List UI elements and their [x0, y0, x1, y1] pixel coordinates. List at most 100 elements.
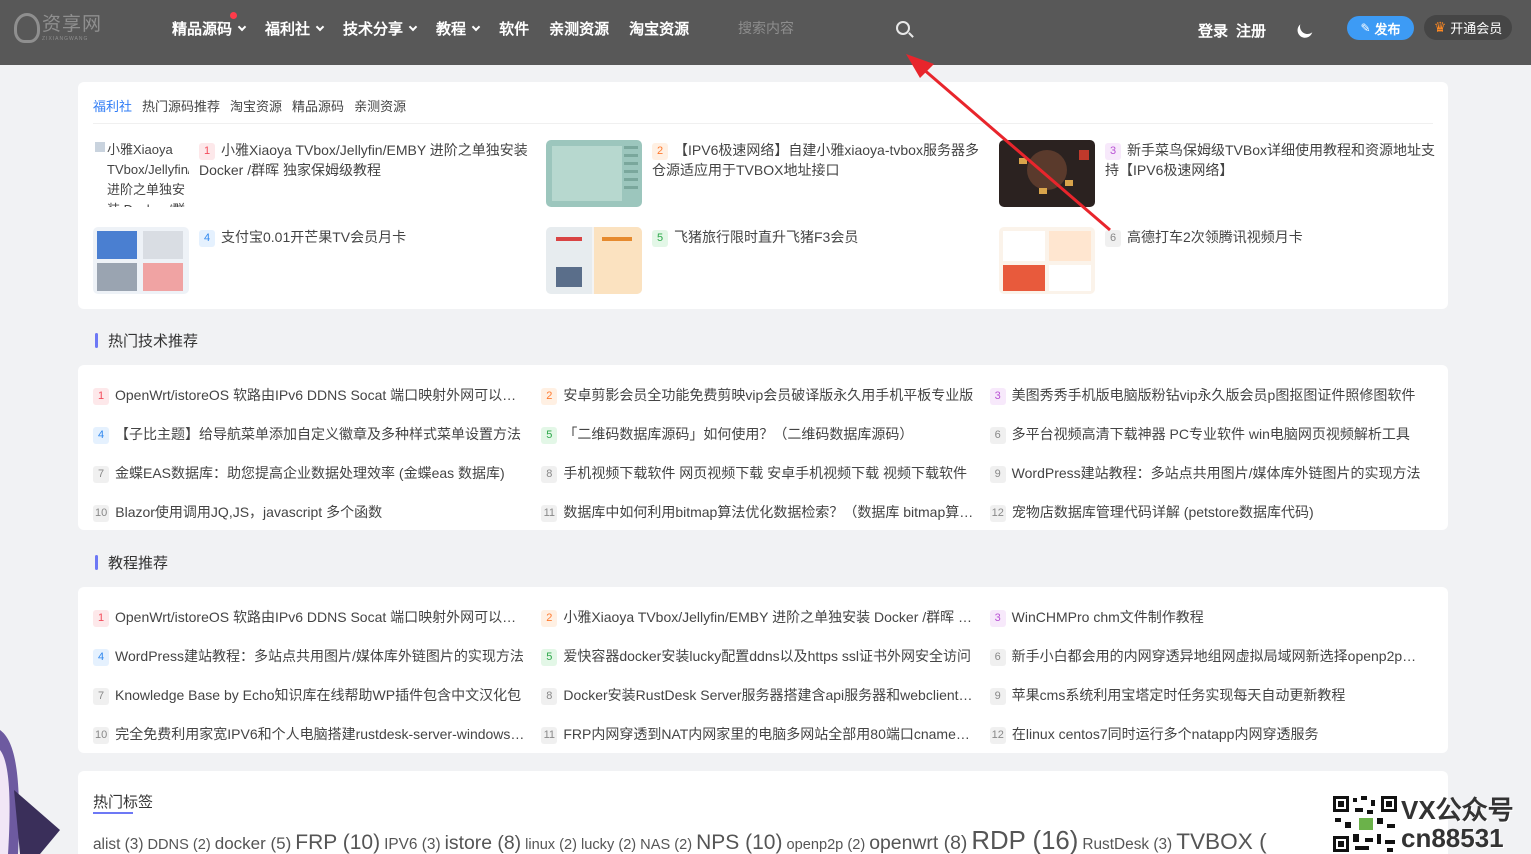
nav-item-4[interactable]: 软件 [499, 18, 529, 39]
list-item[interactable]: 12 在linux centos7同时运行多个natapp内网穿透服务 [989, 724, 1438, 744]
featured-title[interactable]: 1 小雅Xiaoya TVbox/Jellyfin/EMBY 进阶之单独安装 Do… [199, 140, 529, 180]
tag-link[interactable]: TVBOX ( [1176, 829, 1266, 854]
featured-thumbnail[interactable]: 小雅Xiaoya TVbox/Jellyfin/EMBY 进阶之单独安装 Doc… [93, 140, 189, 207]
tag-link[interactable]: FRP (10) [295, 831, 380, 854]
tab-2[interactable]: 淘宝资源 [230, 96, 282, 115]
rank-badge: 5 [652, 230, 668, 247]
rank-badge: 4 [93, 426, 109, 444]
featured-title[interactable]: 4 支付宝0.01开芒果TV会员月卡 [199, 227, 529, 247]
search-input[interactable] [730, 20, 880, 36]
nav-item-1[interactable]: 福利社 [265, 18, 325, 39]
list-item[interactable]: 7 金蝶EAS数据库：助您提高企业数据处理效率 (金蝶eas 数据库) [93, 463, 541, 483]
list-item[interactable]: 10 完全免费利用家宽IPV6和个人电脑搭建rustdesk-server-win… [93, 724, 541, 744]
tag-link[interactable]: lucky (2) [581, 837, 636, 853]
tag-name: alist [93, 836, 121, 853]
list-item[interactable]: 1 OpenWrt/istoreOS 软路由IPv6 DDNS Socat 端口映… [93, 607, 541, 627]
nav-label: 福利社 [265, 20, 311, 38]
heading-bar [95, 333, 98, 348]
list-item[interactable]: 11 数据库中如何利用bitmap算法优化数据检索？（数据库 bitmap算法） [541, 502, 989, 522]
tag-link[interactable]: docker (5) [215, 834, 292, 853]
featured-title[interactable]: 5 飞猪旅行限时直升飞猪F3会员 [652, 227, 982, 247]
featured-title-text: 飞猪旅行限时直升飞猪F3会员 [674, 229, 859, 245]
list-item[interactable]: 8 手机视频下载软件 网页视频下载 安卓手机视频下载 视频下载软件 [541, 463, 989, 483]
list-item[interactable]: 11 FRP内网穿透到NAT内网家里的电脑多网站全部用80端口cname解析 [541, 724, 989, 744]
tab-0[interactable]: 福利社 [93, 96, 132, 115]
search-icon[interactable] [896, 21, 910, 35]
tag-link[interactable]: istore (8) [445, 832, 522, 854]
list-item[interactable]: 2 小雅Xiaoya TVbox/Jellyfin/EMBY 进阶之单独安装 Do… [541, 607, 990, 627]
tag-link[interactable]: openp2p (2) [786, 837, 865, 853]
list-item[interactable]: 1 OpenWrt/istoreOS 软路由IPv6 DDNS Socat 端口映… [93, 385, 541, 405]
nav-item-6[interactable]: 淘宝资源 [629, 18, 689, 39]
tag-link[interactable]: alist (3) [93, 836, 143, 853]
list-item[interactable]: 4 【子比主题】给导航菜单添加自定义徽章及多种样式菜单设置方法 [93, 424, 541, 444]
mascot-image [0, 730, 60, 854]
nav-item-2[interactable]: 技术分享 [343, 18, 418, 39]
list-item[interactable]: 9 WordPress建站教程：多站点共用图片/媒体库外链图片的实现方法 [989, 463, 1438, 483]
featured-title[interactable]: 2 【IPV6极速网络】自建小雅xiaoya-tvbox服务器多仓源适应用于TVB… [652, 140, 982, 180]
featured-title[interactable]: 6 高德打车2次领腾讯视频月卡 [1105, 227, 1435, 247]
watermark-text: VX公众号 cn88531 [1401, 796, 1514, 852]
featured-item[interactable]: 3 新手菜鸟保姆级TVBox详细使用教程和资源地址支持【IPV6极速网络】 [999, 140, 1435, 208]
featured-item[interactable]: 4 支付宝0.01开芒果TV会员月卡 [93, 227, 523, 295]
tag-link[interactable]: IPV6 (3) [384, 836, 440, 853]
login-link[interactable]: 登录 [1198, 20, 1228, 41]
tag-link[interactable]: NPS (10) [696, 831, 782, 854]
featured-item[interactable]: 6 高德打车2次领腾讯视频月卡 [999, 227, 1429, 295]
heading-bar [95, 555, 98, 570]
tag-link[interactable]: linux (2) [525, 837, 577, 853]
tag-link[interactable]: RDP (16) [971, 827, 1078, 854]
list-item[interactable]: 10 Blazor使用调用JQ,JS，javascript 多个函数 [93, 502, 541, 522]
vip-button[interactable]: ♛ 开通会员 [1424, 15, 1512, 40]
list-item-title: 小雅Xiaoya TVbox/Jellyfin/EMBY 进阶之单独安装 Doc… [563, 608, 989, 625]
list-item[interactable]: 6 新手小白都会用的内网穿透异地组网虚拟局域网新选择openp2p教程 [989, 646, 1438, 666]
register-link[interactable]: 注册 [1236, 20, 1266, 41]
tag-name: TVBOX [1176, 829, 1253, 854]
tag-link[interactable]: NAS (2) [640, 837, 692, 853]
tag-link[interactable]: openwrt (8) [869, 832, 967, 854]
featured-thumbnail[interactable] [999, 140, 1095, 207]
list-item[interactable]: 12 宠物店数据库管理代码详解 (petstore数据库代码) [989, 502, 1438, 522]
featured-thumbnail[interactable] [546, 140, 642, 207]
list-item[interactable]: 4 WordPress建站教程：多站点共用图片/媒体库外链图片的实现方法 [93, 646, 541, 666]
tab-3[interactable]: 精品源码 [292, 96, 344, 115]
tab-4[interactable]: 亲测资源 [354, 96, 406, 115]
list-item[interactable]: 8 Docker安装RustDesk Server服务器搭建含api服务器和web… [541, 685, 990, 705]
list-item-title: 多平台视频高清下载神器 PC专业软件 win电脑网页视频解析工具 [1011, 425, 1410, 442]
tag-name: lucky [581, 837, 615, 853]
list-item[interactable]: 5 爱快容器docker安装lucky配置ddns以及https ssl证书外网安… [541, 646, 989, 666]
list-item-title: 苹果cms系统利用宝塔定时任务实现每天自动更新教程 [1011, 686, 1346, 703]
list-item-title: WordPress建站教程：多站点共用图片/媒体库外链图片的实现方法 [115, 647, 524, 664]
auth-links: 登录 注册 [1198, 20, 1266, 41]
nav-label: 亲测资源 [549, 20, 610, 38]
rank-badge: 5 [541, 426, 558, 444]
publish-button[interactable]: ✎ 发布 [1347, 16, 1414, 40]
featured-item[interactable]: 小雅Xiaoya TVbox/Jellyfin/EMBY 进阶之单独安装 Doc… [93, 140, 528, 208]
featured-item[interactable]: 5 飞猪旅行限时直升飞猪F3会员 [546, 227, 976, 295]
nav-item-5[interactable]: 亲测资源 [549, 18, 609, 39]
list-item[interactable]: 7 Knowledge Base by Echo知识库在线帮助WP插件包含中文汉化… [93, 685, 541, 705]
list-item-title: 金蝶EAS数据库：助您提高企业数据处理效率 (金蝶eas 数据库) [115, 464, 505, 481]
featured-title[interactable]: 3 新手菜鸟保姆级TVBox详细使用教程和资源地址支持【IPV6极速网络】 [1105, 140, 1435, 180]
list-row: 4 WordPress建站教程：多站点共用图片/媒体库外链图片的实现方法 5 爱快容器… [93, 636, 1438, 675]
featured-thumbnail[interactable] [93, 227, 189, 294]
tab-1[interactable]: 热门源码推荐 [142, 96, 220, 115]
chevron-down-icon [237, 22, 247, 31]
list-item[interactable]: 9 苹果cms系统利用宝塔定时任务实现每天自动更新教程 [989, 685, 1438, 705]
list-item[interactable]: 5 「二维码数据库源码」如何使用？（二维码数据库源码） [541, 424, 989, 444]
featured-thumbnail[interactable] [999, 227, 1095, 294]
list-item[interactable]: 2 安卓剪影会员全功能免费剪映vip会员破译版永久用手机平板专业版 [541, 385, 989, 405]
list-item[interactable]: 3 WinCHMPro chm文件制作教程 [989, 607, 1438, 627]
nav-item-3[interactable]: 教程 [436, 18, 481, 39]
tutorials-heading: 教程推荐 [95, 552, 168, 573]
tag-link[interactable]: DDNS (2) [147, 837, 210, 853]
featured-thumbnail[interactable] [546, 227, 642, 294]
list-item[interactable]: 6 多平台视频高清下载神器 PC专业软件 win电脑网页视频解析工具 [989, 424, 1438, 444]
tag-link[interactable]: RustDesk (3) [1082, 836, 1172, 853]
featured-item[interactable]: 2 【IPV6极速网络】自建小雅xiaoya-tvbox服务器多仓源适应用于TVB… [546, 140, 979, 208]
site-logo[interactable]: 资享网 ZIXIANGWANG [14, 10, 106, 46]
list-item[interactable]: 3 美图秀秀手机版电脑版粉钻vip永久版会员p图抠图证件照修图软件 [989, 385, 1438, 405]
nav-item-0[interactable]: 精品源码 [172, 11, 247, 39]
rank-badge: 12 [989, 504, 1006, 522]
moon-icon[interactable] [1297, 16, 1317, 36]
